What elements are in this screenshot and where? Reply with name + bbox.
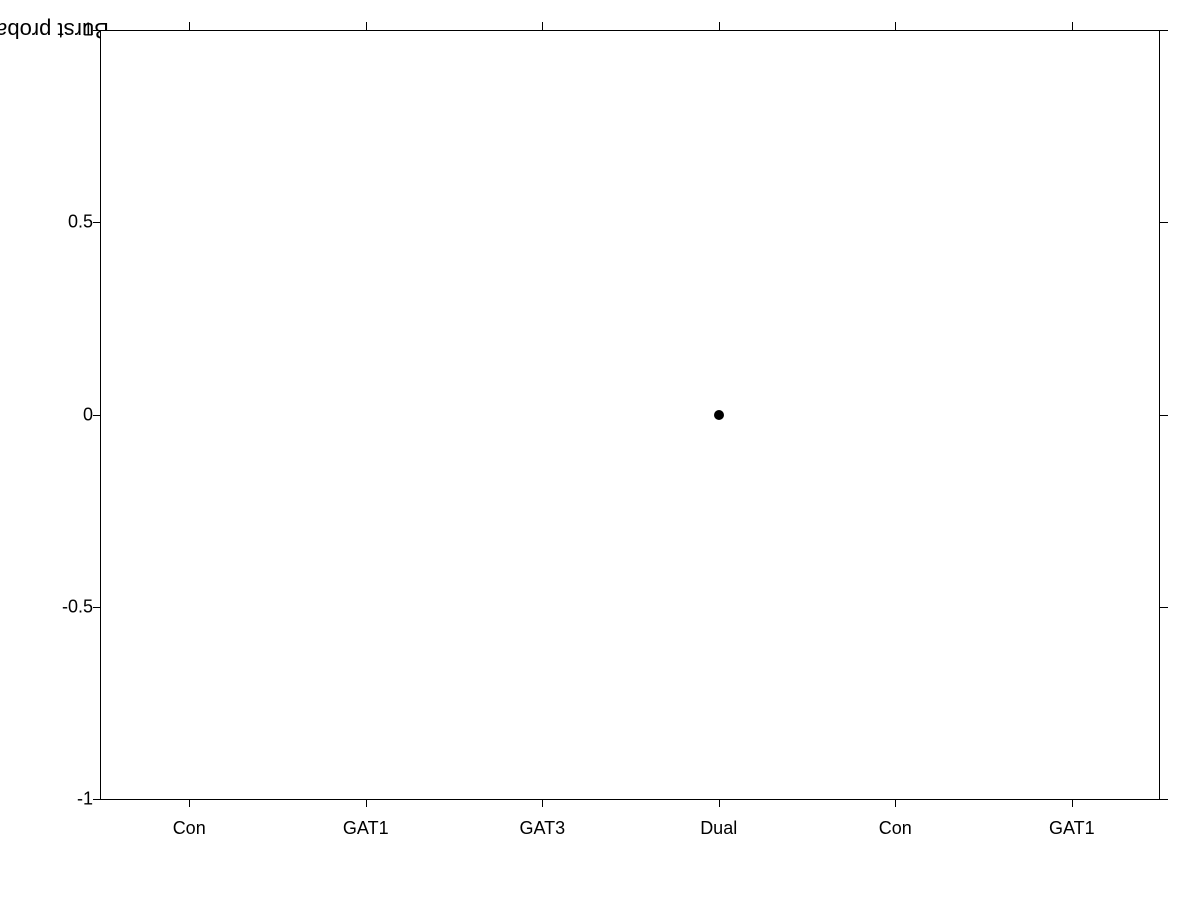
x-tick-top-gat3 bbox=[542, 22, 543, 30]
x-tick-gat3 bbox=[542, 799, 543, 807]
y-tick-05 bbox=[93, 222, 101, 223]
y-tick-1 bbox=[93, 30, 101, 31]
x-tick-top-con2 bbox=[895, 22, 896, 30]
y-tick-right-05 bbox=[1160, 222, 1168, 223]
y-tick-label-n1: -1 bbox=[41, 789, 93, 810]
y-tick-label-n05: -0.5 bbox=[41, 596, 93, 617]
y-tick-right-1 bbox=[1160, 30, 1168, 31]
x-tick-con1 bbox=[189, 799, 190, 807]
y-tick-label-0: 0 bbox=[41, 404, 93, 425]
y-tick-label-05: 0.5 bbox=[41, 212, 93, 233]
x-tick-label-gat3: GAT3 bbox=[519, 818, 565, 839]
x-tick-label-con2: Con bbox=[879, 818, 912, 839]
x-tick-label-gat1-1: GAT1 bbox=[343, 818, 389, 839]
x-tick-label-con1: Con bbox=[173, 818, 206, 839]
x-tick-con2 bbox=[895, 799, 896, 807]
x-tick-top-gat1-2 bbox=[1072, 22, 1073, 30]
x-tick-gat1-2 bbox=[1072, 799, 1073, 807]
y-tick-0 bbox=[93, 415, 101, 416]
y-tick-right-n05 bbox=[1160, 607, 1168, 608]
x-tick-label-gat1-2: GAT1 bbox=[1049, 818, 1095, 839]
x-tick-gat1-1 bbox=[366, 799, 367, 807]
chart-plot-area: 1 0.5 0 -0.5 -1 Con GAT1 GAT3 Dual bbox=[100, 30, 1160, 800]
x-tick-top-gat1-1 bbox=[366, 22, 367, 30]
chart-container: Burst probability 1 0.5 0 -0.5 -1 Con GA bbox=[0, 0, 1200, 900]
data-point-dual-0 bbox=[714, 410, 724, 420]
x-tick-top-dual bbox=[719, 22, 720, 30]
x-tick-label-dual: Dual bbox=[700, 818, 737, 839]
y-tick-right-n1 bbox=[1160, 799, 1168, 800]
y-tick-label-1: 1 bbox=[41, 20, 93, 41]
x-tick-top-con1 bbox=[189, 22, 190, 30]
y-tick-n1 bbox=[93, 799, 101, 800]
y-tick-right-0 bbox=[1160, 415, 1168, 416]
y-tick-n05 bbox=[93, 607, 101, 608]
x-tick-dual bbox=[719, 799, 720, 807]
